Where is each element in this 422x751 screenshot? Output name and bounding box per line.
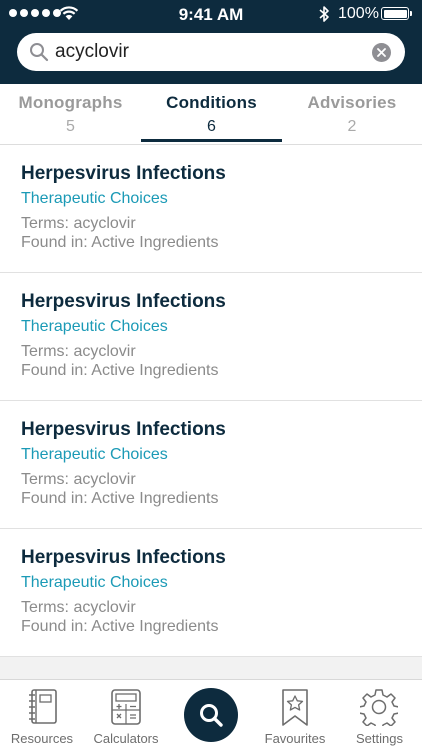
tab-count: 2 <box>347 118 357 135</box>
result-found-in: Found in: Active Ingredients <box>21 362 219 379</box>
results-list: Herpesvirus Infections Therapeutic Choic… <box>0 145 422 657</box>
battery-percentage: 100% <box>338 5 379 22</box>
tab-bar-search-button[interactable] <box>184 688 238 742</box>
app-header: 9:41 AM 100% <box>0 0 422 84</box>
result-source-link[interactable]: Therapeutic Choices <box>21 574 168 592</box>
result-tabs: Monographs 5 Conditions 6 Advisories 2 <box>0 84 422 145</box>
result-source-link[interactable]: Therapeutic Choices <box>21 318 168 336</box>
result-found-in: Found in: Active Ingredients <box>21 618 219 635</box>
result-source-link[interactable]: Therapeutic Choices <box>21 190 168 208</box>
search-icon <box>200 704 223 727</box>
battery-icon <box>381 7 409 20</box>
gear-icon <box>360 689 398 726</box>
search-input[interactable] <box>55 33 375 71</box>
bookmark-star-icon <box>282 689 308 726</box>
tab-bar-settings[interactable]: Settings <box>337 680 422 751</box>
tab-label: Monographs <box>18 93 123 112</box>
tab-count: 6 <box>207 118 216 135</box>
tab-bar-label: Favourites <box>264 731 326 746</box>
result-terms: Terms: acyclovir <box>21 215 136 232</box>
tab-bar-favourites[interactable]: Favourites <box>253 680 337 751</box>
bluetooth-icon <box>319 6 329 22</box>
result-title: Herpesvirus Infections <box>21 163 226 184</box>
result-title: Herpesvirus Infections <box>21 419 226 440</box>
tab-bar-label: Resources <box>10 731 74 746</box>
list-item[interactable]: Herpesvirus Infections Therapeutic Choic… <box>0 529 422 657</box>
tab-label: Advisories <box>307 93 397 112</box>
status-bar: 9:41 AM 100% <box>0 0 422 28</box>
search-bar[interactable] <box>17 33 405 71</box>
result-terms: Terms: acyclovir <box>21 343 136 360</box>
result-terms: Terms: acyclovir <box>21 471 136 488</box>
list-item[interactable]: Herpesvirus Infections Therapeutic Choic… <box>0 401 422 529</box>
result-found-in: Found in: Active Ingredients <box>21 490 219 507</box>
tab-count: 5 <box>66 118 75 135</box>
battery-tip <box>410 11 412 16</box>
calculator-icon <box>111 689 141 725</box>
tab-bar-label: Calculators <box>93 731 159 746</box>
result-found-in: Found in: Active Ingredients <box>21 234 219 251</box>
list-item[interactable]: Herpesvirus Infections Therapeutic Choic… <box>0 273 422 401</box>
tab-monographs[interactable]: Monographs 5 <box>0 84 141 144</box>
tab-bar-label: Settings <box>356 731 403 746</box>
result-title: Herpesvirus Infections <box>21 291 226 312</box>
result-title: Herpesvirus Infections <box>21 547 226 568</box>
result-source-link[interactable]: Therapeutic Choices <box>21 446 168 464</box>
tab-conditions[interactable]: Conditions 6 <box>141 84 282 144</box>
clear-search-button[interactable] <box>372 43 391 62</box>
search-icon <box>30 43 49 62</box>
tab-advisories[interactable]: Advisories 2 <box>282 84 422 144</box>
book-icon <box>29 689 57 724</box>
close-icon <box>377 48 386 57</box>
active-tab-indicator <box>141 139 282 142</box>
list-item[interactable]: Herpesvirus Infections Therapeutic Choic… <box>0 145 422 273</box>
tab-label: Conditions <box>166 93 257 112</box>
result-terms: Terms: acyclovir <box>21 599 136 616</box>
tab-bar-calculators[interactable]: Calculators <box>84 680 168 751</box>
tab-bar-resources[interactable]: Resources <box>0 680 84 751</box>
